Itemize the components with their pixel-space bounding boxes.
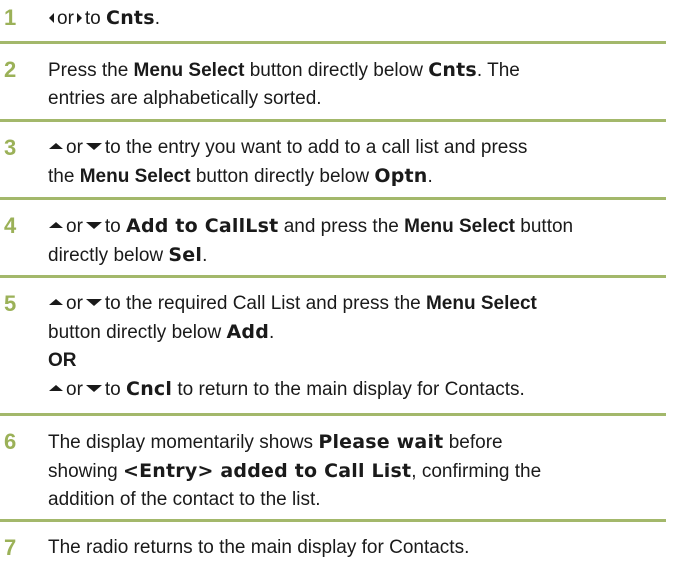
step-text: Press the Menu Select button directly be… — [48, 56, 666, 113]
text-fragment: showing — [48, 461, 118, 482]
text-fragment: button directly below — [48, 322, 222, 343]
to-word: to — [84, 8, 101, 29]
procedure-steps: 1 or to Cnts. 2 Press the Menu Select but… — [0, 0, 666, 562]
text-fragment: directly below — [48, 245, 164, 266]
step-2: 2 Press the Menu Select button directly … — [0, 44, 666, 122]
left-arrow-icon — [49, 12, 54, 23]
display-text-add-to-calllst: Add to CallLst — [126, 215, 279, 237]
to-word: to — [104, 379, 121, 400]
text-fragment: the — [48, 166, 75, 187]
step-text: or to the entry you want to add to a call… — [48, 134, 666, 191]
or-separator: OR — [48, 350, 77, 371]
or-word: or — [57, 8, 74, 29]
or-word: or — [66, 293, 83, 314]
or-word: or — [66, 216, 83, 237]
right-arrow-icon — [76, 12, 82, 23]
step-number: 3 — [4, 135, 17, 160]
step-number: 4 — [4, 213, 17, 238]
display-text-please-wait: Please wait — [318, 431, 444, 453]
up-arrow-icon — [49, 385, 63, 392]
text-fragment: The radio returns to the main display fo… — [48, 537, 470, 558]
punctuation: . — [427, 166, 433, 187]
text-fragment: to the required Call List and press the — [104, 293, 421, 314]
menu-select-label: Menu Select — [79, 166, 191, 187]
text-fragment: button — [520, 216, 574, 237]
text-fragment: Press the — [48, 60, 129, 81]
text-fragment: entries are alphabetically sorted. — [48, 88, 322, 109]
display-text-entry-added: <Entry> added to Call List — [123, 460, 412, 482]
text-fragment: to return to the main display for Contac… — [177, 379, 525, 400]
menu-select-label: Menu Select — [133, 60, 245, 81]
step-text: or to Add to CallLst and press the Menu S… — [48, 212, 666, 270]
step-text: The display momentarily shows Please wai… — [48, 428, 666, 514]
up-arrow-icon — [49, 143, 63, 150]
display-text-add: Add — [226, 321, 270, 343]
text-fragment: The display momentarily shows — [48, 432, 314, 453]
down-arrow-icon — [85, 299, 102, 307]
step-number: 2 — [4, 57, 17, 82]
step-3: 3 or to the entry you want to add to a ca… — [0, 122, 666, 200]
menu-select-label: Menu Select — [404, 216, 515, 237]
display-text-cnts: Cnts — [106, 7, 155, 29]
step-number: 6 — [4, 429, 17, 454]
text-fragment: . The — [476, 60, 520, 81]
text-fragment: to the entry you want to add to a call l… — [104, 137, 528, 158]
menu-select-label: Menu Select — [425, 293, 537, 314]
punctuation: . — [202, 245, 208, 266]
step-5: 5 or to the required Call List and press … — [0, 278, 666, 416]
display-text-optn: Optn — [374, 165, 428, 187]
display-text-sel: Sel — [168, 244, 203, 266]
down-arrow-icon — [85, 385, 102, 393]
step-number: 7 — [4, 535, 17, 560]
punctuation: . — [269, 322, 275, 343]
display-text-cncl: Cncl — [126, 378, 173, 400]
step-number: 5 — [4, 291, 17, 316]
step-6: 6 The display momentarily shows Please w… — [0, 416, 666, 522]
step-4: 4 or to Add to CallLst and press the Menu… — [0, 200, 666, 278]
punctuation: . — [154, 8, 160, 29]
step-number: 1 — [4, 5, 17, 30]
up-arrow-icon — [49, 222, 63, 229]
step-text: The radio returns to the main display fo… — [48, 534, 666, 562]
or-word: or — [66, 137, 83, 158]
step-7: 7 The radio returns to the main display … — [0, 522, 666, 562]
down-arrow-icon — [85, 222, 102, 230]
display-text-cnts: Cnts — [428, 59, 477, 81]
or-word: or — [66, 379, 83, 400]
text-fragment: button directly below — [195, 166, 370, 187]
text-fragment: addition of the contact to the list. — [48, 489, 321, 510]
up-arrow-icon — [49, 299, 63, 306]
text-fragment: button directly below — [249, 60, 423, 81]
text-fragment: before — [448, 432, 503, 453]
to-word: to — [104, 216, 121, 237]
step-1: 1 or to Cnts. — [0, 0, 666, 44]
step-text: or to Cnts. — [48, 4, 666, 33]
text-fragment: , confirming the — [411, 461, 542, 482]
step-text: or to the required Call List and press th… — [48, 290, 666, 404]
down-arrow-icon — [85, 143, 102, 151]
text-fragment: and press the — [283, 216, 399, 237]
